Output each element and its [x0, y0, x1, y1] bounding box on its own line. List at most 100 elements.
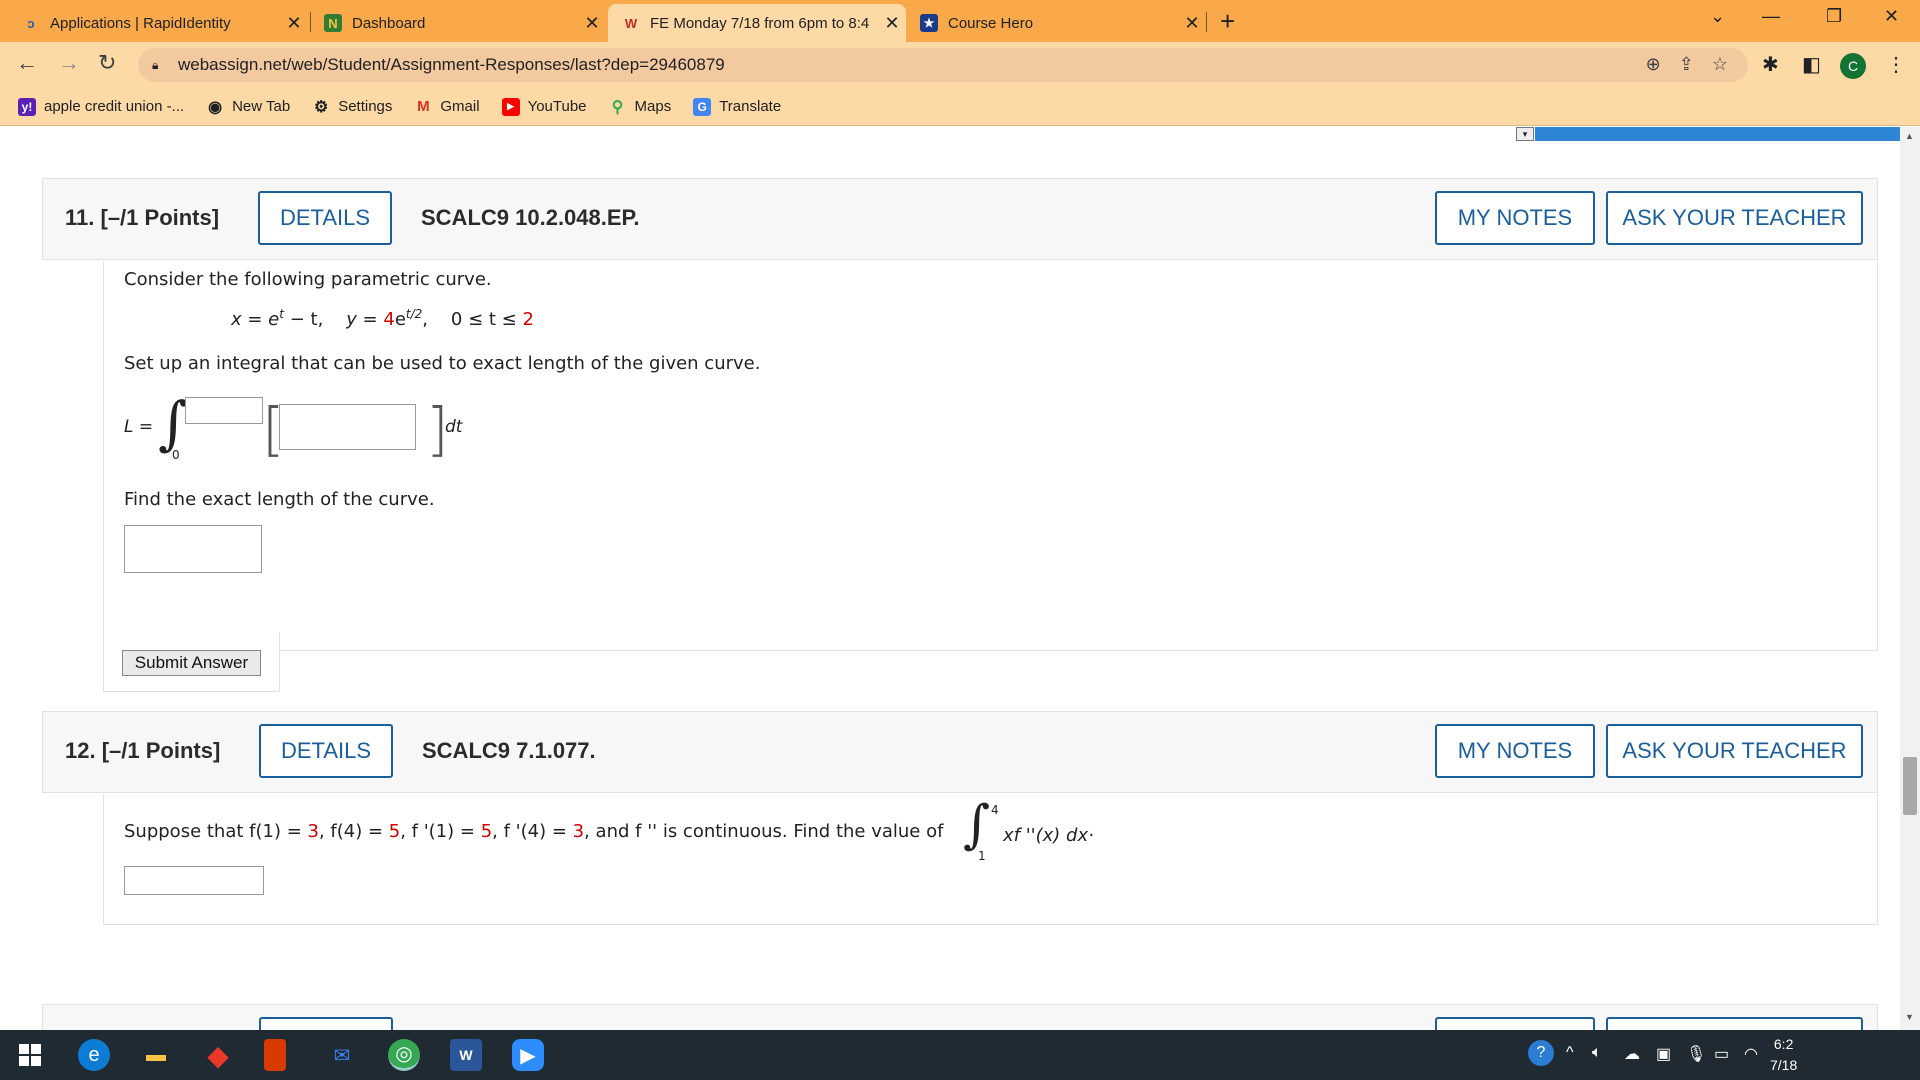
- bookmark-star-icon[interactable]: ☆: [1712, 54, 1728, 75]
- help-icon[interactable]: ?: [1528, 1040, 1554, 1066]
- edge-icon[interactable]: e: [78, 1039, 110, 1071]
- gmail-icon: M: [417, 98, 430, 115]
- course-hero-icon: ★: [920, 14, 938, 32]
- dropdown-arrow-icon[interactable]: ▾: [1516, 127, 1534, 141]
- tab-rapididentity[interactable]: ↄ Applications | RapidIdentity ✕: [8, 4, 308, 42]
- extensions-puzzle-icon[interactable]: ✱: [1762, 52, 1779, 77]
- submit-answer-button[interactable]: Submit Answer: [122, 650, 261, 676]
- browser-toolbar: ← → ↻ 🔒︎ webassign.net/web/Student/Assig…: [0, 42, 1920, 88]
- reload-icon[interactable]: ↻: [98, 50, 116, 76]
- ask-your-teacher-button[interactable]: ASK YOUR TEACHER: [1606, 191, 1863, 245]
- dt-label: dt: [445, 417, 463, 437]
- tab-dashboard[interactable]: N Dashboard ✕: [310, 4, 606, 42]
- forward-arrow-icon[interactable]: →: [58, 50, 80, 76]
- address-bar[interactable]: 🔒︎ webassign.net/web/Student/Assignment-…: [138, 48, 1748, 82]
- onedrive-icon[interactable]: ☁: [1624, 1044, 1640, 1064]
- tab-course-hero[interactable]: ★ Course Hero ✕: [906, 4, 1206, 42]
- display-icon[interactable]: ▣: [1656, 1044, 1671, 1064]
- new-tab-plus-icon[interactable]: +: [1220, 6, 1235, 37]
- integral-value-input[interactable]: [124, 866, 264, 895]
- yahoo-icon: y!: [18, 97, 36, 116]
- settings-gear-icon: ⚙: [314, 98, 329, 116]
- bookmark-translate[interactable]: G Translate: [693, 97, 782, 116]
- close-icon[interactable]: ✕: [578, 13, 606, 34]
- question-number: 12. [–/1 Points]: [65, 738, 221, 763]
- system-clock[interactable]: 6:2 7/18: [1770, 1034, 1797, 1076]
- zoom-icon[interactable]: ⊕: [1646, 54, 1661, 75]
- share-icon[interactable]: ⇪: [1679, 54, 1694, 75]
- close-icon[interactable]: ✕: [1178, 13, 1206, 34]
- restore-icon[interactable]: ❐: [1826, 6, 1842, 27]
- youtube-icon: ▶: [501, 97, 520, 116]
- battery-icon[interactable]: ▭: [1714, 1044, 1729, 1064]
- bookmark-gmail[interactable]: M Gmail: [414, 98, 479, 116]
- close-window-icon[interactable]: ✕: [1884, 6, 1899, 27]
- top-progress-strip: [1535, 127, 1900, 141]
- question-number: 11. [–/1 Points]: [65, 205, 220, 230]
- diamond-app-icon[interactable]: ◆: [202, 1039, 234, 1071]
- find-instruction: Find the exact length of the curve.: [124, 489, 435, 510]
- webassign-icon: W: [624, 15, 638, 31]
- scroll-up-arrow-icon[interactable]: ▲: [1905, 131, 1914, 141]
- mail-icon[interactable]: ✉: [326, 1039, 358, 1071]
- zoom-app-icon[interactable]: ▶: [512, 1039, 544, 1071]
- microphone-icon[interactable]: 🎙︎: [1686, 1044, 1706, 1064]
- my-notes-button[interactable]: MY NOTES: [1435, 191, 1595, 245]
- clock-time: 6:2: [1773, 1036, 1794, 1052]
- bookmark-label: Translate: [719, 98, 782, 115]
- lock-icon: 🔒︎: [152, 58, 159, 72]
- bookmark-youtube[interactable]: ▶ YouTube: [501, 97, 587, 116]
- bookmark-apple-credit-union[interactable]: y! apple credit union -...: [18, 97, 184, 116]
- scroll-down-arrow-icon[interactable]: ▼: [1905, 1012, 1914, 1022]
- lower-limit: 0: [172, 448, 180, 462]
- details-button[interactable]: DETAILS: [258, 191, 392, 245]
- close-icon[interactable]: ✕: [878, 13, 906, 34]
- details-button[interactable]: DETAILS: [259, 724, 393, 778]
- tray-chevron-icon[interactable]: ^: [1566, 1044, 1574, 1062]
- my-notes-button[interactable]: [1435, 1017, 1595, 1030]
- question-12-statement: Suppose that f(1) = 3, f(4) = 5, f '(1) …: [124, 821, 944, 842]
- question-code: SCALC9 10.2.048.EP.: [421, 205, 640, 230]
- question-13-header: [42, 1004, 1878, 1030]
- question-12-header: 12. [–/1 Points] DETAILS SCALC9 7.1.077.…: [42, 711, 1878, 793]
- windows-start-icon[interactable]: [14, 1039, 46, 1071]
- minimize-icon[interactable]: —: [1762, 6, 1780, 27]
- chrome-icon[interactable]: ◎: [388, 1039, 420, 1071]
- ask-your-teacher-button[interactable]: ASK YOUR TEACHER: [1606, 724, 1863, 778]
- integrand-text: xf ''(x) dx·: [1003, 825, 1094, 846]
- exact-length-input[interactable]: [124, 525, 262, 573]
- tab-webassign[interactable]: W FE Monday 7/18 from 6pm to 8:4 ✕: [608, 4, 906, 42]
- word-icon[interactable]: W: [450, 1039, 482, 1071]
- upper-limit-input[interactable]: [185, 397, 263, 424]
- bookmark-new-tab[interactable]: ◉ New Tab: [206, 98, 290, 116]
- office-icon[interactable]: [264, 1039, 286, 1071]
- back-arrow-icon[interactable]: ←: [16, 50, 38, 76]
- bookmark-settings[interactable]: ⚙ Settings: [312, 98, 392, 116]
- profile-avatar[interactable]: C: [1840, 53, 1866, 79]
- integral-sign: ∫: [158, 389, 189, 457]
- ask-your-teacher-button[interactable]: [1606, 1017, 1863, 1030]
- menu-kebab-icon[interactable]: ⋮: [1886, 52, 1906, 77]
- sidepanel-icon[interactable]: ◧: [1802, 52, 1821, 77]
- setup-instruction: Set up an integral that can be used to e…: [124, 353, 761, 374]
- file-explorer-icon[interactable]: ▬: [140, 1039, 172, 1071]
- my-notes-button[interactable]: MY NOTES: [1435, 724, 1595, 778]
- bookmark-label: New Tab: [232, 98, 291, 115]
- question-11-header: 11. [–/1 Points] DETAILS SCALC9 10.2.048…: [42, 178, 1878, 260]
- bookmark-maps[interactable]: ⚲ Maps: [609, 98, 672, 116]
- tab-search-chevron-icon[interactable]: ⌄: [1710, 6, 1725, 27]
- tab-title: FE Monday 7/18 from 6pm to 8:4: [650, 14, 870, 32]
- speaker-icon[interactable]: 🔈︎: [1592, 1044, 1602, 1062]
- close-icon[interactable]: ✕: [280, 13, 308, 34]
- question-intro: Consider the following parametric curve.: [124, 269, 492, 290]
- scrollbar-thumb[interactable]: [1903, 757, 1917, 815]
- page-scrollbar[interactable]: ▲ ▼: [1900, 127, 1920, 1030]
- question-code: SCALC9 7.1.077.: [422, 738, 596, 763]
- length-label: L =: [124, 417, 154, 437]
- integrand-input[interactable]: [279, 404, 416, 450]
- wifi-icon[interactable]: ◠: [1744, 1044, 1758, 1064]
- bookmark-label: YouTube: [527, 98, 587, 115]
- details-button[interactable]: [259, 1017, 393, 1030]
- translate-icon: G: [693, 97, 712, 116]
- bookmarks-bar: y! apple credit union -... ◉ New Tab ⚙ S…: [0, 88, 1920, 126]
